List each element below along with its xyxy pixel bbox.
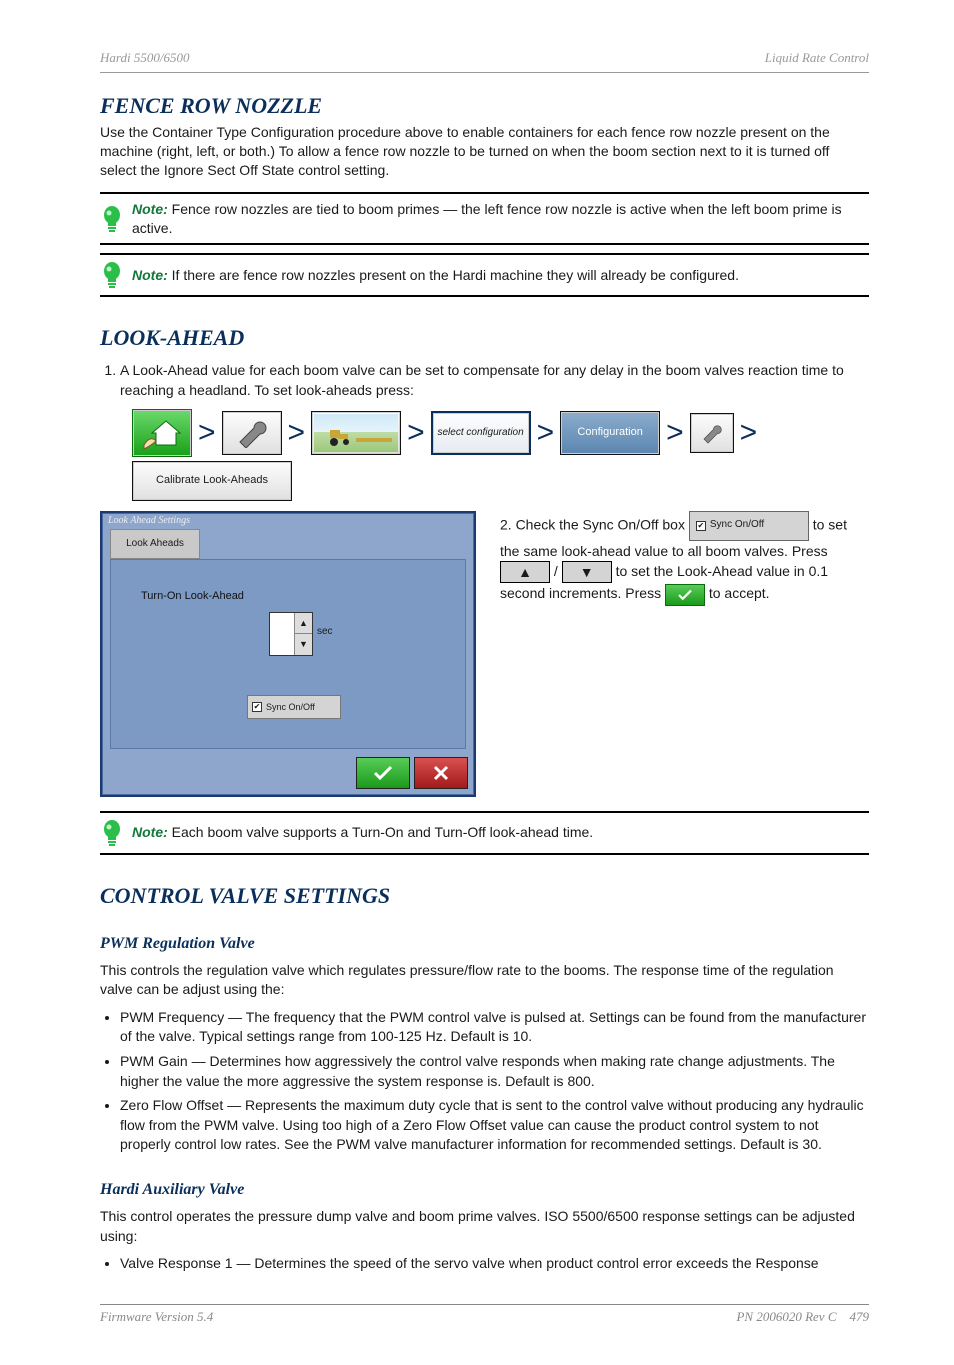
home-button[interactable] xyxy=(132,409,192,457)
chevron-icon: > xyxy=(288,418,306,448)
checkbox-icon: ✔ xyxy=(696,521,706,531)
heading-pwm: PWM Regulation Valve xyxy=(100,935,869,953)
chevron-icon: > xyxy=(537,418,555,448)
increment-down-button[interactable]: ▼ xyxy=(562,561,612,583)
footer-rule xyxy=(100,1304,869,1305)
heading-control-valve: CONTROL VALVE SETTINGS xyxy=(100,883,869,909)
chevron-icon: > xyxy=(198,418,216,448)
chevron-icon: > xyxy=(407,418,425,448)
step-2-post: to accept. xyxy=(709,585,770,601)
dialog-body: Turn-On Look-Ahead ▲ ▼ sec ✔ Sync On/Off xyxy=(110,559,466,749)
setup-wrench-small-button[interactable] xyxy=(690,413,734,453)
spinner-value[interactable] xyxy=(270,613,294,655)
lightbulb-icon xyxy=(100,261,124,289)
configuration-tile[interactable] xyxy=(311,411,401,455)
pwm-intro: This controls the regulation valve which… xyxy=(100,961,869,1000)
step-1-text: A Look-Ahead value for each boom valve c… xyxy=(120,362,844,398)
heading-lookahead: LOOK-AHEAD xyxy=(100,325,869,351)
note-2: Note: If there are fence row nozzles pre… xyxy=(100,253,869,297)
note-3-text: Note: Each boom valve supports a Turn-On… xyxy=(132,823,593,842)
spinner-up-icon[interactable]: ▲ xyxy=(294,613,312,635)
step-1: A Look-Ahead value for each boom valve c… xyxy=(120,361,869,500)
note-1: Note: Fence row nozzles are tied to boom… xyxy=(100,192,869,246)
accept-inline-button[interactable] xyxy=(665,584,705,606)
page-footer: Firmware Version 5.4 PN 2006020 Rev C 47… xyxy=(100,1309,869,1325)
pwm-bullet-1: PWM Frequency — The frequency that the P… xyxy=(120,1008,869,1047)
chevron-icon: > xyxy=(666,418,684,448)
note-1-text: Note: Fence row nozzles are tied to boom… xyxy=(132,200,869,238)
header-right: Liquid Rate Control xyxy=(765,50,869,66)
checkbox-icon: ✔ xyxy=(252,702,262,712)
unit-label: sec xyxy=(317,626,333,637)
calibrate-label: Calibrate Look-Aheads xyxy=(156,473,268,488)
config-blue-label: Configuration xyxy=(577,425,642,440)
step-2-pre: 2. Check the Sync On/Off box xyxy=(500,516,689,532)
increment-up-button[interactable]: ▲ xyxy=(500,561,550,583)
dialog-tab[interactable]: Look Aheads xyxy=(110,529,200,559)
dialog-cancel-button[interactable] xyxy=(414,757,468,789)
note-2-text: Note: If there are fence row nozzles pre… xyxy=(132,266,739,285)
pwm-bullet-2: PWM Gain — Determines how aggressively t… xyxy=(120,1052,869,1091)
pwm-bullet-3: Zero Flow Offset — Represents the maximu… xyxy=(120,1096,869,1155)
turn-on-label: Turn-On Look-Ahead xyxy=(141,590,244,602)
lookahead-dialog: Look Ahead Settings Look Aheads Turn-On … xyxy=(100,511,476,797)
step-2-sep: / xyxy=(554,563,562,579)
sync-checkbox-inline[interactable]: ✔ Sync On/Off xyxy=(689,511,809,541)
dialog-ok-button[interactable] xyxy=(356,757,410,789)
note-3: Note: Each boom valve supports a Turn-On… xyxy=(100,811,869,855)
dialog-title: Look Ahead Settings xyxy=(108,515,190,526)
configuration-blue-button[interactable]: Configuration xyxy=(560,411,660,455)
calibrate-lookaheads-button[interactable]: Calibrate Look-Aheads xyxy=(132,461,292,501)
spinner-down-icon[interactable]: ▼ xyxy=(294,634,312,655)
lookahead-spinner[interactable]: ▲ ▼ xyxy=(269,612,313,656)
step-2-column: 2. Check the Sync On/Off box ✔ Sync On/O… xyxy=(500,511,869,606)
page-header: Hardi 5500/6500 Liquid Rate Control xyxy=(100,50,869,66)
header-rule xyxy=(100,72,869,73)
footer-right: PN 2006020 Rev C 479 xyxy=(736,1309,869,1325)
lightbulb-icon xyxy=(100,819,124,847)
fence-intro: Use the Container Type Configuration pro… xyxy=(100,123,869,180)
breadcrumb: > > > select configuration > Configurati… xyxy=(132,409,869,457)
footer-left: Firmware Version 5.4 xyxy=(100,1309,213,1325)
lightbulb-icon xyxy=(100,205,124,233)
sync-label: Sync On/Off xyxy=(266,702,315,712)
heading-aux: Hardi Auxiliary Valve xyxy=(100,1181,869,1199)
aux-bullet-1: Valve Response 1 — Determines the speed … xyxy=(120,1254,869,1274)
select-config-label: select configuration xyxy=(438,426,524,440)
sync-checkbox-dialog[interactable]: ✔ Sync On/Off xyxy=(247,695,341,719)
setup-wrench-button[interactable] xyxy=(222,411,282,455)
select-config-button[interactable]: select configuration xyxy=(431,411,531,455)
pwm-bullets: PWM Frequency — The frequency that the P… xyxy=(120,1008,869,1155)
steps-list: A Look-Ahead value for each boom valve c… xyxy=(100,361,869,500)
aux-bullets: Valve Response 1 — Determines the speed … xyxy=(120,1254,869,1274)
header-left: Hardi 5500/6500 xyxy=(100,50,189,66)
heading-fence-row: FENCE ROW NOZZLE xyxy=(100,93,869,119)
aux-intro: This control operates the pressure dump … xyxy=(100,1207,869,1246)
chevron-icon: > xyxy=(740,418,758,448)
